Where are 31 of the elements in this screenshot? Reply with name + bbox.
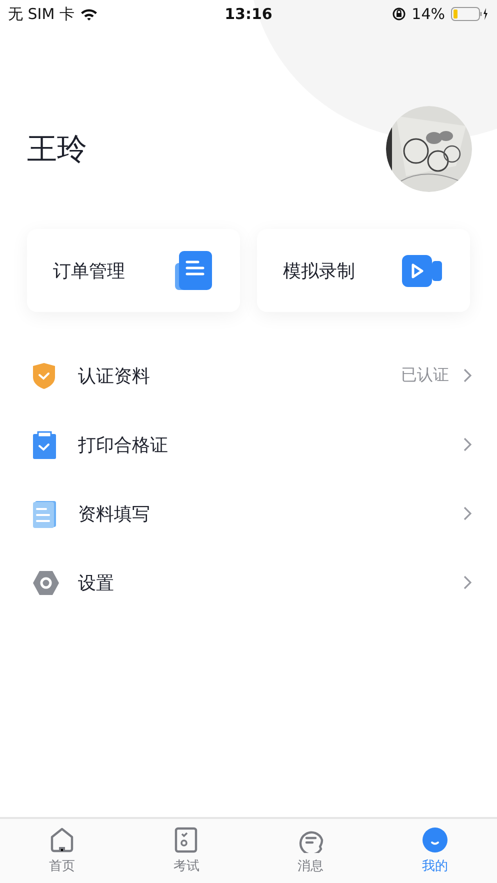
- menu-item[interactable]: 认证资料 已认证: [0, 341, 497, 410]
- carrier-text: 无 SIM 卡: [8, 4, 74, 24]
- card-label: 模拟录制: [283, 260, 355, 282]
- chevron-right-icon: [463, 437, 472, 452]
- exam-icon: [173, 827, 200, 853]
- user-name: 王玲: [27, 130, 87, 168]
- shortcut-card[interactable]: 模拟录制: [257, 229, 470, 312]
- menu-item[interactable]: 打印合格证: [0, 410, 497, 479]
- chevron-right-icon: [463, 575, 472, 590]
- smile-icon: [422, 827, 448, 853]
- document-icon: [174, 250, 214, 292]
- shortcut-card[interactable]: 订单管理: [27, 229, 240, 312]
- status-text: 已认证: [401, 365, 449, 386]
- battery-icon: [451, 7, 489, 21]
- wifi-icon: [80, 8, 98, 20]
- tab-bar-item[interactable]: 消息: [248, 819, 373, 883]
- settings-icon: [32, 570, 60, 596]
- card-label: 订单管理: [53, 260, 125, 282]
- tab-bar-item[interactable]: 考试: [124, 819, 248, 883]
- menu-item[interactable]: 资料填写: [0, 479, 497, 548]
- battery-text: 14%: [412, 5, 445, 23]
- chevron-right-icon: [463, 506, 472, 521]
- clipboard-icon: [32, 430, 56, 458]
- tab-bar-item[interactable]: 首页: [0, 819, 124, 883]
- shield-icon: [32, 362, 56, 390]
- chevron-right-icon: [463, 368, 472, 383]
- menu-item[interactable]: 设置: [0, 548, 497, 617]
- home-icon: [49, 827, 76, 853]
- document-icon: [32, 500, 56, 528]
- clock-text: 13:16: [224, 5, 272, 23]
- video-camera-icon: [402, 252, 444, 288]
